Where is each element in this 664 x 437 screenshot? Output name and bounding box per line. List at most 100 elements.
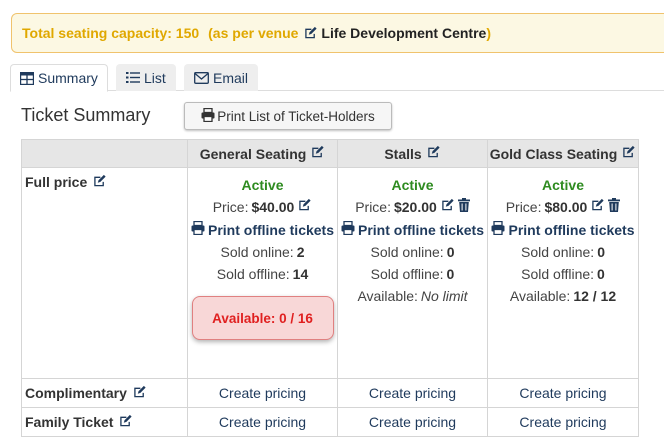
row-label-cell: Family Ticket xyxy=(21,407,188,437)
print-offline-tickets-link[interactable]: Print offline tickets xyxy=(488,219,638,241)
status-label: Active xyxy=(241,177,284,193)
edit-icon[interactable] xyxy=(310,145,325,162)
price-value: $40.00 xyxy=(251,199,295,216)
create-pricing-link[interactable]: Create pricing xyxy=(187,378,338,408)
pricing-table: General Seating Stalls Gold Class Seatin… xyxy=(21,139,639,437)
available-value: No limit xyxy=(420,288,468,305)
print-offline-label: Print offline tickets xyxy=(357,221,485,238)
tab-email[interactable]: Email xyxy=(184,64,259,91)
available-label: Available: xyxy=(212,310,276,326)
print-offline-label: Print offline tickets xyxy=(508,221,635,238)
edit-icon[interactable] xyxy=(426,145,441,162)
column-name: Stalls xyxy=(384,145,422,162)
row-label-cell: Full price xyxy=(21,167,188,379)
price-cell: Active Price: $40.00 Print offline ticke… xyxy=(187,167,338,379)
status-label: Active xyxy=(541,177,585,193)
sold-online-line: Sold online: 0 xyxy=(488,241,638,263)
edit-icon[interactable] xyxy=(590,196,605,218)
column-header: General Seating xyxy=(187,139,338,168)
as-per-venue-text: (as per venue xyxy=(208,25,299,41)
trash-icon[interactable] xyxy=(608,196,621,218)
sold-offline-line: Sold offline: 0 xyxy=(488,263,638,285)
price-line: Price: $80.00 xyxy=(488,196,638,218)
available-label: Available: xyxy=(509,288,571,305)
edit-icon[interactable] xyxy=(440,196,455,218)
price-label: Price: xyxy=(212,199,249,216)
sold-online-line: Sold online: 2 xyxy=(188,241,337,263)
table-icon xyxy=(20,71,34,85)
list-icon xyxy=(126,71,140,84)
ticket-summary-title: Ticket Summary xyxy=(21,105,151,125)
create-pricing-link[interactable]: Create pricing xyxy=(187,407,338,437)
sold-offline-value: 14 xyxy=(292,266,309,283)
printer-icon xyxy=(491,219,505,241)
table-header-row: General Seating Stalls Gold Class Seatin… xyxy=(21,139,639,168)
create-pricing-link[interactable]: Create pricing xyxy=(487,378,639,408)
available-value: 0 / 16 xyxy=(279,310,313,326)
sold-offline-label: Sold offline: xyxy=(370,266,444,283)
price-line: Price: $20.00 xyxy=(338,196,487,218)
header-corner xyxy=(21,139,188,168)
price-label: Price: xyxy=(355,199,391,216)
available-label: Available: xyxy=(357,288,418,305)
row-label: Family Ticket xyxy=(25,414,114,430)
sold-online-label: Sold online: xyxy=(521,243,595,260)
printer-icon xyxy=(191,219,205,241)
sold-online-value: 0 xyxy=(446,243,455,260)
sold-online-label: Sold online: xyxy=(370,243,444,260)
tab-email-label: Email xyxy=(213,69,249,86)
trash-icon[interactable] xyxy=(457,196,470,218)
column-name: Gold Class Seating xyxy=(489,145,618,162)
edit-icon[interactable] xyxy=(118,414,133,431)
price-cell: Active Price: $80.00 Print offline ticke… xyxy=(487,167,639,379)
price-value: $20.00 xyxy=(393,199,437,216)
print-ticket-holders-label: Print List of Ticket-Holders xyxy=(217,108,375,124)
tab-list-label: List xyxy=(144,69,166,86)
tab-list[interactable]: List xyxy=(116,64,176,91)
create-pricing-link[interactable]: Create pricing xyxy=(337,378,488,408)
price-value: $80.00 xyxy=(544,199,588,216)
edit-icon[interactable] xyxy=(297,196,312,218)
price-cell: Active Price: $20.00 Print offline ticke… xyxy=(337,167,488,379)
create-pricing-link[interactable]: Create pricing xyxy=(487,407,639,437)
row-label: Full price xyxy=(25,174,88,190)
tab-summary-label: Summary xyxy=(38,70,98,86)
sold-offline-label: Sold offline: xyxy=(521,266,595,283)
column-header: Stalls xyxy=(337,139,488,168)
availability-line: Available: No limit xyxy=(338,285,487,307)
available-value: 12 / 12 xyxy=(573,288,617,305)
row-label: Complimentary xyxy=(25,385,127,401)
print-offline-label: Print offline tickets xyxy=(207,221,335,238)
status-label: Active xyxy=(391,177,434,193)
table-row: Full price Active Price: $40.00 Print of… xyxy=(21,167,639,379)
tab-summary[interactable]: Summary xyxy=(10,64,108,92)
sold-offline-label: Sold offline: xyxy=(216,266,290,283)
price-label: Price: xyxy=(505,199,542,216)
edit-icon[interactable] xyxy=(132,385,147,402)
sold-offline-line: Sold offline: 14 xyxy=(188,263,337,285)
availability-line: Available: 12 / 12 xyxy=(488,285,638,307)
row-label-cell: Complimentary xyxy=(21,378,188,408)
venue-name-link[interactable]: Life Development Centre xyxy=(321,25,486,41)
edit-icon[interactable] xyxy=(92,174,107,191)
edit-venue-icon[interactable] xyxy=(303,25,318,41)
envelope-icon xyxy=(194,71,209,84)
close-paren: ) xyxy=(486,25,492,41)
capacity-banner: Total seating capacity: 150 (as per venu… xyxy=(11,13,664,53)
edit-icon[interactable] xyxy=(621,145,636,162)
sold-online-line: Sold online: 0 xyxy=(338,241,487,263)
capacity-label: Total seating capacity: 150 xyxy=(22,25,200,41)
table-row: Complimentary Create pricing Create pric… xyxy=(21,378,639,408)
print-offline-tickets-link[interactable]: Print offline tickets xyxy=(338,219,487,241)
table-row: Family Ticket Create pricing Create pric… xyxy=(21,407,639,437)
printer-icon xyxy=(341,219,355,241)
tab-bar: Summary List Email xyxy=(10,64,664,92)
print-ticket-holders-button[interactable]: Print List of Ticket-Holders xyxy=(184,102,392,130)
column-header: Gold Class Seating xyxy=(487,139,639,168)
print-offline-tickets-link[interactable]: Print offline tickets xyxy=(188,219,337,241)
column-name: General Seating xyxy=(199,145,307,162)
sold-online-value: 0 xyxy=(597,243,605,260)
create-pricing-link[interactable]: Create pricing xyxy=(337,407,488,437)
sold-offline-value: 0 xyxy=(446,266,455,283)
sold-offline-line: Sold offline: 0 xyxy=(338,263,487,285)
